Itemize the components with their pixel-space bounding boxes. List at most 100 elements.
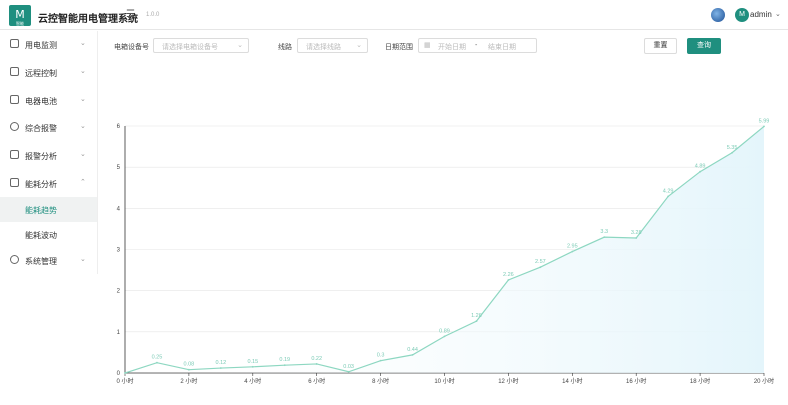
globe-icon[interactable]	[711, 8, 725, 22]
sidebar-subitem-energy-fluctuation[interactable]: 能耗波动	[0, 222, 97, 247]
device-label: 电箱设备号	[114, 44, 149, 51]
sidebar-item-system[interactable]: 系统管理 ⌄	[0, 248, 97, 273]
x-tick-label: 8 小时	[372, 377, 389, 385]
query-button[interactable]: 查询	[687, 38, 721, 54]
sidebar-item-label: 能耗分析	[25, 180, 57, 189]
sidebar-item-label: 报警分析	[25, 152, 57, 161]
avatar[interactable]: M	[735, 8, 749, 22]
line-select[interactable]: 请选择线路 ⌄	[297, 38, 368, 53]
data-point	[251, 365, 254, 368]
alarm-icon	[10, 122, 19, 131]
sidebar-item-battery[interactable]: 电器电池 ⌄	[0, 88, 97, 113]
data-point	[347, 370, 350, 373]
chevron-down-icon: ⌄	[356, 42, 362, 49]
chevron-up-icon: ⌃	[80, 179, 86, 186]
data-point	[539, 266, 542, 269]
data-point	[571, 250, 574, 253]
sidebar-item-label: 远程控制	[25, 69, 57, 78]
app-logo[interactable]: M 智能	[9, 5, 31, 26]
logo-mark: M	[15, 8, 25, 21]
data-point	[603, 236, 606, 239]
sidebar-item-label: 综合报警	[25, 124, 57, 133]
x-tick-label: 12 小时	[498, 377, 518, 385]
data-point	[507, 279, 510, 281]
x-tick-label: 16 小时	[626, 377, 646, 385]
data-point	[219, 367, 222, 369]
top-header: M 智能 云控智能用电管理系统 ☰ 1.0.0 M admin ⌄	[0, 0, 788, 30]
reset-button[interactable]: 重置	[644, 38, 677, 54]
sidebar-subitem-energy-trend[interactable]: 能耗趋势	[0, 197, 97, 222]
data-label: 2.95	[567, 244, 578, 250]
x-tick-label: 20 小时	[754, 377, 774, 385]
date-label: 日期范围	[385, 44, 413, 51]
data-label: 0.3	[377, 353, 385, 359]
data-point	[156, 361, 158, 364]
calendar-icon: ▦	[424, 42, 431, 49]
device-select[interactable]: 请选择电箱设备号 ⌄	[153, 38, 249, 53]
app-version: 1.0.0	[146, 12, 160, 18]
date-range-picker[interactable]: ▦ 开始日期 - 结束日期	[418, 38, 537, 53]
data-label: 0.44	[407, 347, 418, 353]
y-tick-label: 0	[117, 371, 121, 377]
sidebar-item-label: 系统管理	[25, 257, 57, 266]
sidebar-item-label: 电器电池	[25, 97, 57, 106]
data-label: 2.26	[503, 272, 514, 278]
energy-icon	[10, 178, 19, 187]
data-label: 3.3	[600, 229, 608, 235]
data-label: 0.89	[439, 328, 450, 334]
x-tick-label: 14 小时	[562, 377, 582, 385]
date-separator: -	[475, 42, 478, 49]
data-label: 5.35	[727, 145, 738, 151]
chevron-down-icon: ⌄	[80, 256, 86, 263]
remote-icon	[10, 67, 19, 76]
monitor-icon	[10, 39, 19, 48]
data-label: 4.29	[663, 188, 674, 194]
gear-icon	[10, 255, 19, 264]
chevron-down-icon: ⌄	[80, 96, 86, 103]
sidebar-item-energy-analysis[interactable]: 能耗分析 ⌃	[0, 171, 97, 196]
data-point	[763, 125, 765, 128]
data-label: 0.15	[247, 359, 258, 365]
y-tick-label: 5	[117, 165, 121, 171]
chevron-down-icon: ⌄	[237, 42, 243, 49]
chevron-down-icon: ⌄	[80, 151, 86, 158]
sidebar-item-power-monitor[interactable]: 用电监测 ⌄	[0, 32, 97, 57]
sidebar-subitem-label: 能耗波动	[25, 231, 57, 240]
chevron-down-icon[interactable]: ⌄	[775, 10, 781, 18]
data-point	[475, 320, 478, 323]
chevron-down-icon: ⌄	[80, 40, 86, 47]
y-tick-label: 2	[117, 289, 121, 295]
y-tick-label: 3	[117, 248, 121, 254]
x-tick-label: 4 小时	[244, 377, 261, 385]
sidebar-item-alarm-analysis[interactable]: 报警分析 ⌄	[0, 143, 97, 168]
line-placeholder: 请选择线路	[306, 44, 341, 51]
x-tick-label: 18 小时	[690, 377, 710, 385]
end-date-input[interactable]: 结束日期	[488, 42, 516, 52]
line-label: 线路	[278, 44, 292, 51]
data-point	[124, 372, 126, 374]
sidebar-subitem-label: 能耗趋势	[25, 206, 57, 215]
filter-bar: 电箱设备号 请选择电箱设备号 ⌄ 线路 请选择线路 ⌄ 日期范围 ▦ 开始日期 …	[97, 31, 788, 63]
chevron-down-icon: ⌄	[80, 123, 86, 130]
y-tick-label: 6	[117, 124, 121, 130]
x-tick-label: 10 小时	[434, 377, 454, 385]
x-tick-label: 2 小时	[180, 377, 197, 385]
battery-icon	[10, 95, 19, 104]
x-tick-label: 0 小时	[116, 377, 133, 385]
energy-trend-chart: 0 1 2 3 4 5 6 0 小时 2 小时 4 小时 6 小时 8 小时 10 小时 12 小时 14 …	[116, 118, 774, 385]
sidebar-item-alarm[interactable]: 综合报警 ⌄	[0, 115, 97, 140]
chevron-down-icon: ⌄	[80, 68, 86, 75]
data-label: 3.28	[631, 230, 642, 236]
data-point	[699, 170, 701, 173]
app-title: 云控智能用电管理系统	[38, 14, 138, 25]
sidebar-item-remote-control[interactable]: 远程控制 ⌄	[0, 60, 97, 85]
data-label: 0.08	[184, 362, 195, 368]
username[interactable]: admin	[750, 10, 772, 19]
data-point	[667, 195, 670, 198]
data-point	[443, 335, 446, 338]
device-placeholder: 请选择电箱设备号	[162, 44, 218, 51]
start-date-input[interactable]: 开始日期	[438, 42, 466, 52]
data-point	[379, 359, 382, 362]
menu-fold-icon[interactable]: ☰	[126, 9, 135, 20]
data-label: 1.26	[471, 313, 482, 319]
